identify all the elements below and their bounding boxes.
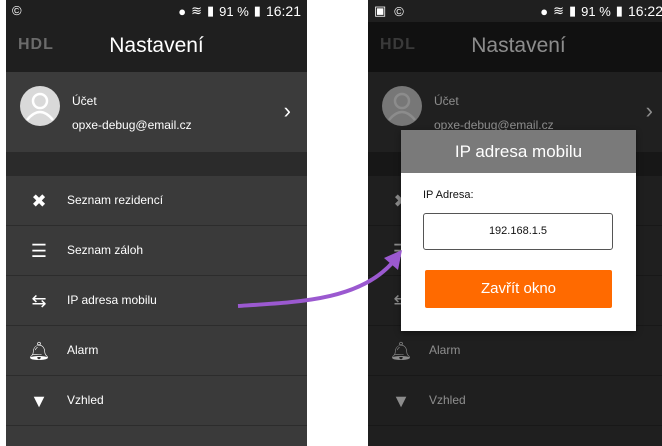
status-bar: ▣ © ● ≋ ▮ 91 % ▮ 16:22 bbox=[368, 0, 662, 22]
battery-icon: ▮ bbox=[253, 3, 261, 18]
close-window-button[interactable]: Zavřít okno bbox=[425, 270, 612, 308]
menu-item-label: Alarm bbox=[67, 343, 99, 357]
swap-arrows-icon: ⇆ bbox=[31, 290, 47, 311]
image-icon: ▣ bbox=[374, 3, 387, 18]
tools-icon: ✖ bbox=[31, 190, 47, 211]
user-icon bbox=[26, 92, 54, 121]
sync-icon: © bbox=[12, 3, 22, 18]
menu-item-alarm[interactable]: 🔔︎ Alarm bbox=[6, 326, 307, 376]
clock: 16:22 bbox=[627, 3, 662, 19]
location-icon: ● bbox=[540, 3, 549, 19]
ip-address-dialog: IP adresa mobilu IP Adresa: 192.168.1.5 … bbox=[401, 130, 636, 331]
page-title: Nastavení bbox=[109, 34, 204, 57]
menu-item-appearance[interactable]: ▼ Vzhled bbox=[6, 376, 307, 426]
menu-item-backups[interactable]: ☰ Seznam záloh bbox=[6, 226, 307, 276]
app-header: HDL Nastavení bbox=[6, 22, 307, 72]
location-icon: ● bbox=[178, 3, 187, 19]
status-bar: © ● ≋ ▮ 91 % ▮ 16:21 bbox=[6, 0, 307, 22]
menu-item-label: Seznam záloh bbox=[67, 243, 144, 257]
signal-icon: ▮ bbox=[569, 3, 577, 18]
wifi-icon: ≋ bbox=[553, 3, 564, 18]
menu-item-residences[interactable]: ✖ Seznam rezidencí bbox=[6, 176, 307, 226]
menu-item-label: Vzhled bbox=[67, 393, 104, 407]
ip-address-field[interactable]: 192.168.1.5 bbox=[423, 213, 613, 250]
chevron-right-icon: › bbox=[283, 98, 291, 123]
menu-item-label: Seznam rezidencí bbox=[67, 193, 164, 207]
signal-icon: ▮ bbox=[207, 3, 215, 18]
menu-item-ip-address[interactable]: ⇆ IP adresa mobilu bbox=[6, 276, 307, 326]
dialog-title: IP adresa mobilu bbox=[401, 130, 636, 173]
avatar bbox=[20, 86, 60, 126]
shirt-icon: ▼ bbox=[30, 390, 48, 411]
clock: 16:21 bbox=[265, 3, 301, 19]
battery-percent: 91 % bbox=[581, 3, 611, 19]
layers-icon: ☰ bbox=[30, 240, 48, 261]
battery-percent: 91 % bbox=[219, 3, 249, 19]
menu-item-label: IP adresa mobilu bbox=[67, 293, 157, 307]
battery-icon: ▮ bbox=[615, 3, 623, 18]
phone-screen-left: © ● ≋ ▮ 91 % ▮ 16:21 HDL Nastavení Účet … bbox=[6, 0, 307, 446]
section-divider bbox=[6, 152, 307, 176]
bell-icon: 🔔︎ bbox=[27, 340, 51, 361]
account-email: opxe-debug@email.cz bbox=[72, 118, 192, 132]
sync-icon: © bbox=[394, 3, 404, 19]
account-row[interactable]: Účet opxe-debug@email.cz › bbox=[6, 72, 307, 152]
account-label: Účet bbox=[72, 94, 97, 108]
wifi-icon: ≋ bbox=[191, 3, 202, 18]
ip-field-label: IP Adresa: bbox=[423, 189, 474, 201]
settings-menu: ✖ Seznam rezidencí ☰ Seznam záloh ⇆ IP a… bbox=[6, 176, 307, 426]
